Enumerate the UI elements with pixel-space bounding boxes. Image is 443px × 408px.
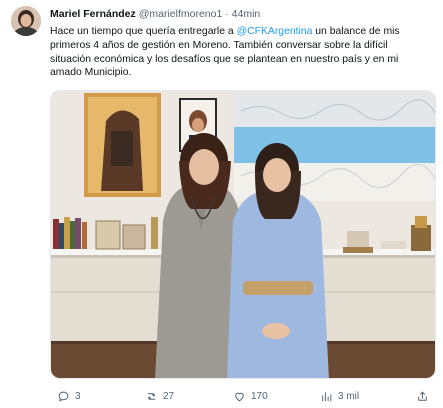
views-button[interactable]: 3 mil <box>320 388 359 404</box>
repost-icon <box>147 392 156 400</box>
author-name[interactable]: Mariel Fernández <box>50 8 136 20</box>
tweet-card[interactable]: Mariel Fernández @marielfmoreno1 · 44min… <box>0 0 443 408</box>
repost-button[interactable]: 27 <box>145 388 174 404</box>
like-button[interactable]: 170 <box>233 388 268 404</box>
share-button[interactable] <box>416 388 434 404</box>
tweet-header: Mariel Fernández @marielfmoreno1 · 44min <box>50 7 260 21</box>
tweet-actions: 3 27 170 3 mil <box>50 388 436 404</box>
timestamp[interactable]: 44min <box>232 8 261 20</box>
reply-count: 3 <box>75 390 81 402</box>
tweet-text-part1: Hace un tiempo que quería entregarle a <box>50 26 237 37</box>
tweet-photo[interactable] <box>50 90 436 379</box>
tweet-text: Hace un tiempo que quería entregarle a @… <box>50 25 428 80</box>
share-icon <box>418 391 427 401</box>
mention-link[interactable]: @CFKArgentina <box>237 26 313 37</box>
reply-icon <box>58 391 69 401</box>
like-count: 170 <box>251 390 268 402</box>
reply-button[interactable]: 3 <box>57 388 81 404</box>
views-chart-icon <box>322 391 332 401</box>
views-count: 3 mil <box>338 390 360 402</box>
author-handle[interactable]: @marielfmoreno1 <box>139 8 223 20</box>
separator: · <box>225 8 229 20</box>
repost-count: 27 <box>163 390 175 402</box>
avatar[interactable] <box>11 6 41 36</box>
heart-icon <box>235 392 244 401</box>
